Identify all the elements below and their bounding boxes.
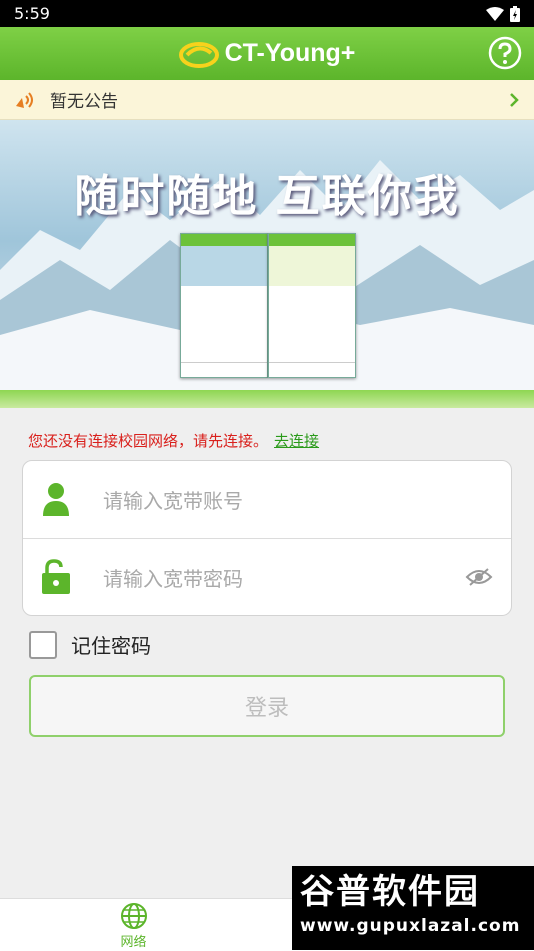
chevron-right-icon xyxy=(510,92,519,107)
announcement-text: 暂无公告 xyxy=(50,92,118,112)
tab-network-label: 网络 xyxy=(120,934,147,950)
promo-banner: 随时随地 互联你我 xyxy=(0,120,534,390)
login-form: 请输入宽带账号 请输入宽带密码 xyxy=(22,460,512,616)
connect-link[interactable]: 去连接 xyxy=(274,432,319,450)
connection-warning-text: 您还没有连接校园网络，请先连接。 xyxy=(28,432,269,450)
unlock-icon xyxy=(42,559,70,594)
password-input[interactable]: 请输入宽带密码 xyxy=(103,563,465,592)
watermark-logo: 谷普软件园 www.gupuxlazal.com xyxy=(292,866,534,950)
broadcast-icon xyxy=(16,91,33,108)
phone-mockup-left xyxy=(180,233,268,378)
phone-mockup-bar xyxy=(181,234,267,246)
password-field[interactable]: 请输入宽带密码 xyxy=(23,538,511,615)
status-time: 5:59 xyxy=(14,4,50,23)
help-icon[interactable] xyxy=(488,36,522,70)
tab-network[interactable]: 网络 xyxy=(0,899,267,951)
announcement-bar[interactable]: 暂无公告 xyxy=(0,80,534,120)
app-logo: CT-Young+ xyxy=(178,39,356,69)
status-bar: 5:59 xyxy=(0,0,534,27)
app-title: CT-Young+ xyxy=(224,39,356,67)
connection-warning: 您还没有连接校园网络，请先连接。 去连接 xyxy=(0,418,534,450)
hide-password-icon[interactable] xyxy=(465,567,493,587)
ct-logo-icon xyxy=(178,41,219,68)
battery-icon xyxy=(510,5,520,22)
watermark-title: 谷普软件园 xyxy=(300,872,480,912)
phone-mockup-footer xyxy=(181,362,267,377)
phone-mockup-footer xyxy=(269,362,355,377)
user-icon xyxy=(43,482,69,516)
wifi-icon xyxy=(486,6,504,21)
globe-icon xyxy=(120,902,147,929)
remember-password-label: 记住密码 xyxy=(71,634,151,658)
banner-title: 随时随地 互联你我 xyxy=(74,171,460,222)
phone-mockup-right xyxy=(268,233,356,378)
banner-divider xyxy=(0,390,534,408)
login-button[interactable]: 登录 xyxy=(29,675,505,737)
phone-mockup-image xyxy=(181,246,267,286)
phone-mockup-bar xyxy=(269,234,355,246)
account-input[interactable]: 请输入宽带账号 xyxy=(103,485,493,514)
watermark-url: www.gupuxlazal.com xyxy=(300,916,521,936)
account-field[interactable]: 请输入宽带账号 xyxy=(23,461,511,538)
app-bar: CT-Young+ xyxy=(0,27,534,80)
remember-password-checkbox[interactable] xyxy=(29,630,57,659)
phone-mockup-image xyxy=(269,246,355,286)
status-icons xyxy=(486,5,520,22)
remember-password-row[interactable]: 记住密码 xyxy=(29,630,534,659)
